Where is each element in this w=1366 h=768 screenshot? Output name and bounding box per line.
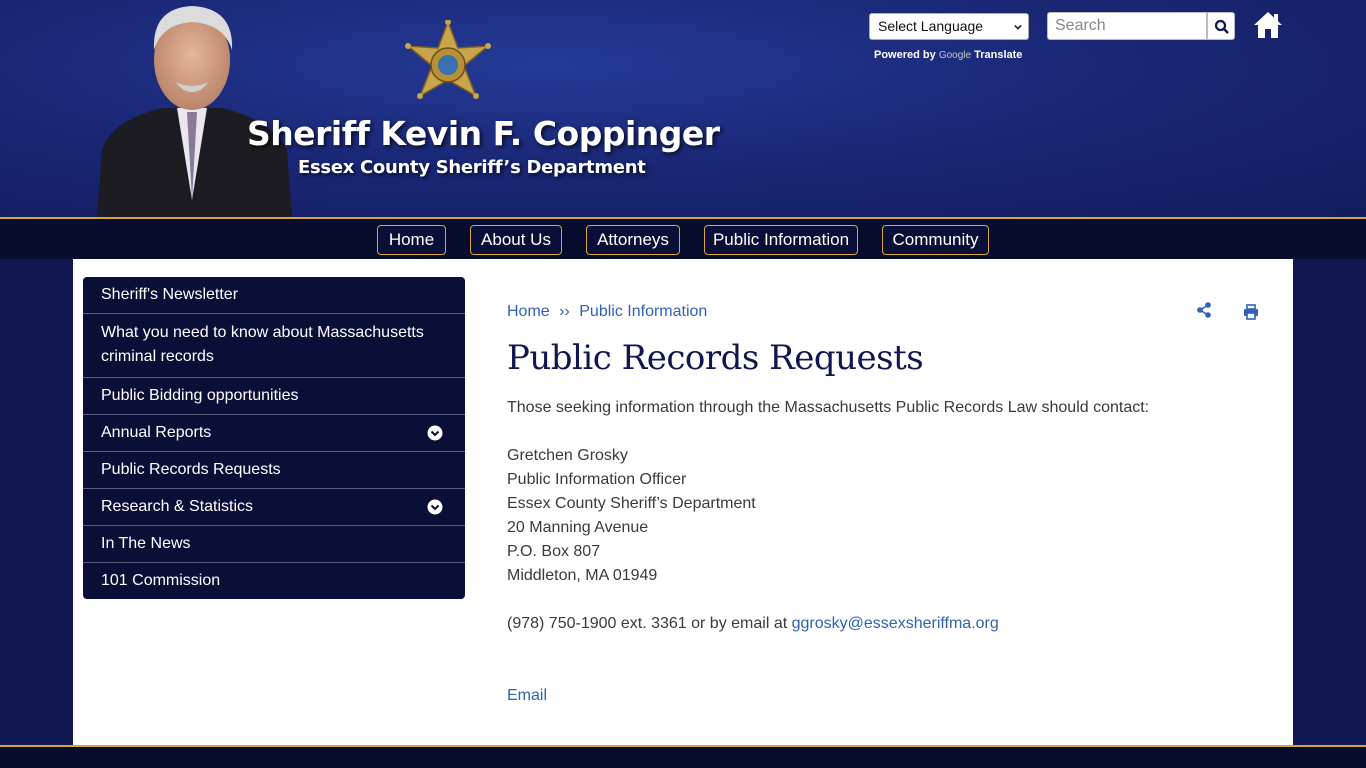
breadcrumb-home-link[interactable]: Home xyxy=(507,303,550,320)
contact-city: Middleton, MA 01949 xyxy=(507,567,658,584)
main-navigation: Home About Us Attorneys Public Informati… xyxy=(0,217,1366,259)
sidebar-item-newsletter[interactable]: Sheriff's Newsletter xyxy=(83,277,465,314)
sidebar-item-label: Sheriff's Newsletter xyxy=(101,286,239,303)
sidebar-menu: Sheriff's Newsletter What you need to kn… xyxy=(83,277,465,599)
contact-name: Gretchen Grosky xyxy=(507,447,628,464)
site-footer xyxy=(0,745,1366,768)
sidebar-item-in-the-news[interactable]: In The News xyxy=(83,526,465,563)
google-logo-text: Google xyxy=(938,50,972,61)
nav-about-us[interactable]: About Us xyxy=(470,225,562,255)
email-address-link[interactable]: ggrosky@essexsheriffma.org xyxy=(792,615,999,632)
main-content: Sheriff's Newsletter What you need to kn… xyxy=(73,259,1293,745)
sidebar-item-annual-reports[interactable]: Annual Reports xyxy=(83,415,465,452)
translate-link[interactable]: Translate xyxy=(974,49,1022,61)
search-button[interactable] xyxy=(1207,12,1235,40)
language-select-label: Select Language xyxy=(878,18,984,34)
breadcrumb-separator: ›› xyxy=(559,303,570,320)
sidebar-item-label: Public Records Requests xyxy=(101,461,281,478)
sheriff-portrait xyxy=(97,6,292,217)
intro-text: Those seeking information through the Ma… xyxy=(507,399,1150,416)
contact-phone-line: (978) 750-1900 ext. 3361 or by email at … xyxy=(507,612,999,636)
sidebar-item-label: What you need to know about Massachusett… xyxy=(101,324,424,365)
sidebar-item-label: 101 Commission xyxy=(101,572,221,589)
print-icon[interactable] xyxy=(1243,304,1259,320)
sidebar-item-research-statistics[interactable]: Research & Statistics xyxy=(83,489,465,526)
language-select[interactable]: Select Language xyxy=(869,13,1029,40)
sheriff-badge-logo xyxy=(405,20,491,99)
contact-title: Public Information Officer xyxy=(507,471,687,488)
sidebar-item-label: Research & Statistics xyxy=(101,498,254,515)
powered-by-label: Powered by xyxy=(874,49,936,61)
contact-po-box: P.O. Box 807 xyxy=(507,543,601,560)
sidebar-item-101-commission[interactable]: 101 Commission xyxy=(83,563,465,599)
sidebar-item-public-bidding[interactable]: Public Bidding opportunities xyxy=(83,378,465,415)
search-input[interactable]: Search xyxy=(1047,12,1207,40)
nav-public-information[interactable]: Public Information xyxy=(704,225,858,255)
share-icon[interactable] xyxy=(1196,302,1212,318)
powered-by-google-translate: Powered by Google Translate xyxy=(874,49,1022,61)
sidebar-item-public-records-requests[interactable]: Public Records Requests xyxy=(83,452,465,489)
nav-home[interactable]: Home xyxy=(377,225,446,255)
breadcrumb: Home ›› Public Information xyxy=(507,303,707,321)
contact-department: Essex County Sheriff’s Department xyxy=(507,495,756,512)
site-header: Sheriff Kevin F. Coppinger Essex County … xyxy=(0,0,1366,217)
phone-text: (978) 750-1900 ext. 3361 or by email at xyxy=(507,615,792,632)
sidebar-item-label: Public Bidding opportunities xyxy=(101,387,299,404)
expand-chevron-icon[interactable] xyxy=(427,499,443,515)
breadcrumb-public-information-link[interactable]: Public Information xyxy=(579,303,707,320)
sidebar-item-criminal-records[interactable]: What you need to know about Massachusett… xyxy=(83,314,465,378)
contact-street: 20 Manning Avenue xyxy=(507,519,649,536)
sidebar-item-label: In The News xyxy=(101,535,191,552)
nav-attorneys[interactable]: Attorneys xyxy=(586,225,680,255)
email-link[interactable]: Email xyxy=(507,684,547,708)
search-icon xyxy=(1214,19,1229,34)
page-title: Public Records Requests xyxy=(507,338,924,378)
site-title: Sheriff Kevin F. Coppinger xyxy=(247,114,720,153)
expand-chevron-icon[interactable] xyxy=(427,425,443,441)
nav-community[interactable]: Community xyxy=(882,225,989,255)
chevron-down-icon xyxy=(1014,24,1022,30)
sidebar-item-label: Annual Reports xyxy=(101,424,212,441)
site-subtitle: Essex County Sheriff’s Department xyxy=(298,157,646,178)
home-icon[interactable] xyxy=(1252,10,1284,40)
